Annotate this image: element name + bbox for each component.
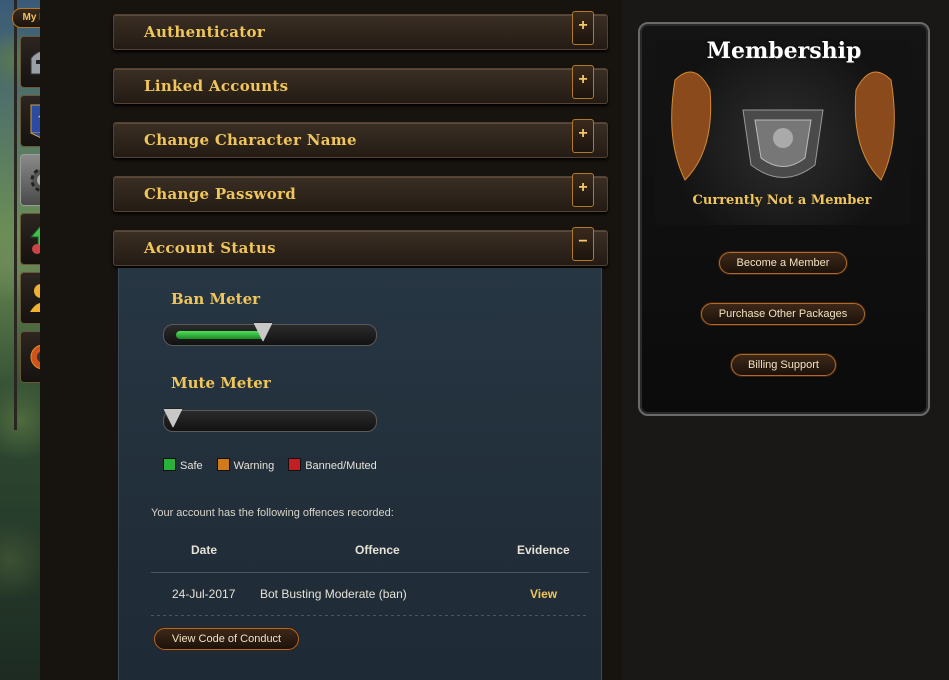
section-title: Account Status: [144, 239, 276, 257]
ban-meter-label: Ban Meter: [171, 290, 261, 308]
mute-meter-marker: [163, 408, 183, 428]
legend-safe: Safe: [163, 458, 203, 472]
table-header-offence: Offence: [355, 543, 400, 557]
table-divider: [151, 572, 589, 573]
table-cell-date: 24-Jul-2017: [172, 587, 236, 601]
table-divider: [151, 615, 589, 616]
billing-support-button[interactable]: Billing Support: [731, 354, 836, 376]
meter-legend: Safe Warning Banned/Muted: [163, 458, 377, 472]
section-title: Change Character Name: [144, 131, 357, 149]
section-title: Linked Accounts: [144, 77, 289, 95]
legend-warning: Warning: [216, 458, 274, 472]
offences-intro: Your account has the following offences …: [151, 507, 394, 519]
table-header-date: Date: [191, 543, 218, 557]
section-title: Authenticator: [144, 23, 266, 41]
section-title: Change Password: [144, 185, 297, 203]
membership-status: Currently Not a Member: [692, 193, 872, 208]
table-cell-offence: Bot Busting Moderate (ban): [260, 587, 407, 601]
ban-meter: [163, 322, 377, 346]
section-account-status[interactable]: Account Status −: [113, 227, 608, 266]
collapse-minus-icon[interactable]: −: [572, 227, 594, 261]
legend-banned-muted: Banned/Muted: [288, 458, 377, 472]
section-authenticator[interactable]: Authenticator +: [113, 11, 608, 50]
mute-meter: [163, 408, 377, 432]
purchase-packages-button[interactable]: Purchase Other Packages: [701, 303, 865, 325]
ban-meter-fill: [176, 331, 266, 339]
expand-plus-icon[interactable]: +: [572, 119, 594, 153]
view-code-of-conduct-button[interactable]: View Code of Conduct: [154, 628, 299, 650]
section-change-character-name[interactable]: Change Character Name +: [113, 119, 608, 158]
mute-meter-label: Mute Meter: [171, 374, 271, 392]
membership-title: Membership: [706, 38, 862, 64]
table-header-evidence: Evidence: [517, 543, 570, 557]
become-member-button[interactable]: Become a Member: [719, 252, 847, 274]
section-linked-accounts[interactable]: Linked Accounts +: [113, 65, 608, 104]
section-change-password[interactable]: Change Password +: [113, 173, 608, 212]
expand-plus-icon[interactable]: +: [572, 11, 594, 45]
expand-plus-icon[interactable]: +: [572, 65, 594, 99]
expand-plus-icon[interactable]: +: [572, 173, 594, 207]
evidence-view-link[interactable]: View: [530, 587, 557, 601]
